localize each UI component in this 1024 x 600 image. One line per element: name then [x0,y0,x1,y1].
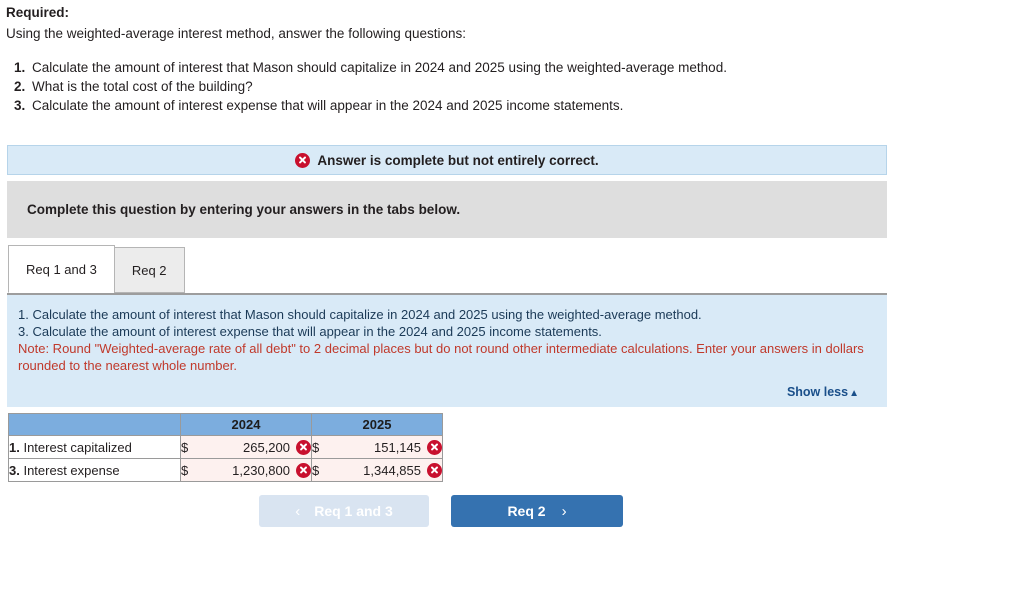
required-item-2: 2. What is the total cost of the building… [6,77,1024,96]
table-row: 3. Interest expense $ 1,230,800 $ 1,344,… [8,458,443,482]
value-interest-capitalized-2024: 265,200 [243,439,290,455]
question-panel-line-1: 1. Calculate the amount of interest that… [18,307,702,322]
value-interest-expense-2024: 1,230,800 [232,462,290,478]
answer-table-header-row: 2024 2025 [8,413,443,436]
tab-req-1-and-3-label: Req 1 and 3 [26,261,97,277]
prev-button-label: Req 1 and 3 [314,503,393,519]
tab-req-1-and-3[interactable]: Req 1 and 3 [8,245,115,293]
question-panel-note: Note: Round "Weighted-average rate of al… [18,341,864,373]
required-section: Required: Using the weighted-average int… [0,0,1024,115]
answer-table-body: 1. Interest capitalized $ 265,200 $ 151,… [8,435,443,482]
chevron-right-icon: › [561,502,567,520]
question-panel: 1. Calculate the amount of interest that… [7,293,887,407]
required-item-1-number: 1. [14,60,26,75]
incorrect-x-icon [296,462,311,478]
cell-interest-capitalized-2024[interactable]: $ 265,200 [180,435,312,459]
answer-table-header-blank [8,413,181,436]
answer-status-banner: Answer is complete but not entirely corr… [7,145,887,175]
show-less-label: Show less [786,385,849,399]
error-x-icon [295,152,311,168]
requirement-tabs: Req 1 and 3 Req 2 [8,245,185,293]
value-interest-capitalized-2025: 151,145 [374,439,421,455]
question-panel-line-2: 3. Calculate the amount of interest expe… [18,324,602,339]
required-question-list: 1. Calculate the amount of interest that … [6,58,1024,115]
next-button-label: Req 2 [507,503,546,519]
cell-interest-expense-2024[interactable]: $ 1,230,800 [180,458,312,482]
chevron-left-icon: ‹ [295,502,301,520]
answer-table-head: 2024 2025 [8,413,443,436]
instruction-banner: Complete this question by entering your … [7,181,887,238]
incorrect-x-icon [427,462,442,478]
tab-req-2-label: Req 2 [131,262,167,278]
incorrect-x-icon [427,439,442,455]
row-label-interest-capitalized: 1. Interest capitalized [8,435,181,459]
answer-table-header-2024: 2024 [180,413,312,436]
required-item-3-number: 3. [14,98,26,113]
currency-symbol: $ [181,439,189,455]
answer-table: 2024 2025 1. Interest capitalized $ 265,… [8,413,443,482]
answer-table-header-2025: 2025 [311,413,443,436]
cell-interest-expense-2025[interactable]: $ 1,344,855 [311,458,443,482]
cell-interest-capitalized-2025[interactable]: $ 151,145 [311,435,443,459]
instruction-banner-text: Complete this question by entering your … [27,202,461,217]
show-less-link[interactable]: Show less▲ [787,385,859,399]
currency-symbol: $ [181,462,189,478]
required-item-3: 3. Calculate the amount of interest expen… [6,96,1024,115]
row-1-label: Interest capitalized [23,439,132,455]
tab-req-2[interactable]: Req 2 [113,247,185,293]
prev-req-1-and-3-button[interactable]: ‹ Req 1 and 3 [259,495,429,527]
row-2-number: 3. [9,462,20,478]
required-subtitle: Using the weighted-average interest meth… [6,26,467,41]
value-interest-expense-2025: 1,344,855 [363,462,421,478]
required-item-1: 1. Calculate the amount of interest that … [6,58,1024,77]
table-row: 1. Interest capitalized $ 265,200 $ 151,… [8,435,443,459]
currency-symbol: $ [312,439,320,455]
required-item-1-text: Calculate the amount of interest that Ma… [32,60,727,75]
required-heading: Required: [6,5,70,20]
required-item-2-text: What is the total cost of the building? [32,79,253,94]
row-2-label: Interest expense [23,462,120,478]
currency-symbol: $ [312,462,320,478]
next-req-2-button[interactable]: Req 2 › [451,495,623,527]
show-less-row: Show less▲ [18,384,873,399]
requirement-navigation: ‹ Req 1 and 3 Req 2 › [259,495,623,527]
required-item-2-number: 2. [14,79,26,94]
caret-up-icon: ▲ [849,388,859,399]
row-label-interest-expense: 3. Interest expense [8,458,181,482]
required-item-3-text: Calculate the amount of interest expense… [32,98,624,113]
row-1-number: 1. [9,439,20,455]
incorrect-x-icon [296,439,311,455]
answer-status-text: Answer is complete but not entirely corr… [317,152,599,168]
